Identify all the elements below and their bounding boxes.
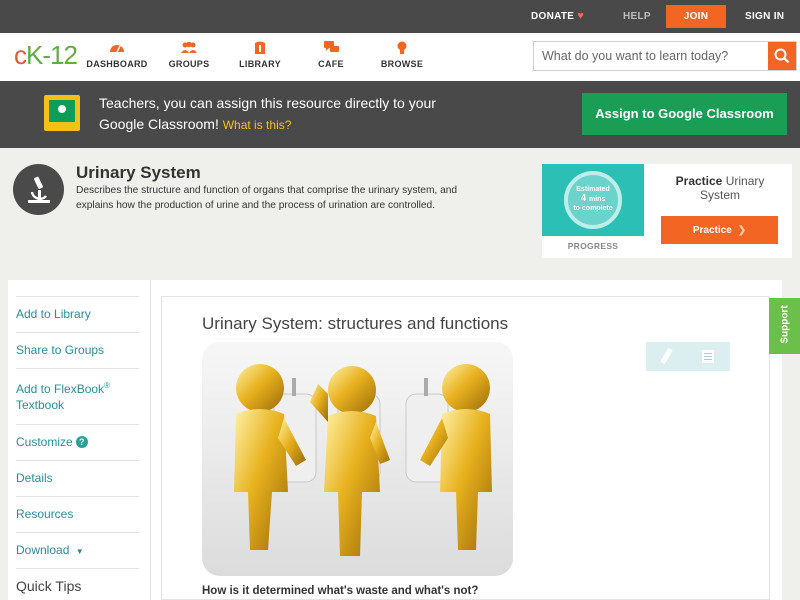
library-icon — [220, 41, 300, 57]
to-complete-label: to complete — [573, 205, 613, 212]
article-title: Urinary System: structures and functions — [202, 314, 509, 333]
progress-label: PROGRESS — [567, 241, 619, 251]
search-box — [533, 41, 797, 71]
cafe-icon — [291, 41, 371, 57]
practice-card: Estimated 4 mins to complete PROGRESS Pr… — [542, 164, 792, 258]
sidebar-item-download[interactable]: Download ▼ — [16, 532, 139, 568]
registered-mark: ® — [104, 381, 110, 390]
sidebar-item-resources[interactable]: Resources — [16, 496, 139, 532]
concept-title: Urinary System — [76, 163, 201, 182]
sidebar-item-customize[interactable]: Customize? — [16, 424, 139, 460]
concept-description: Describes the structure and function of … — [76, 185, 458, 211]
nav-browse[interactable]: BROWSE — [362, 41, 442, 69]
support-tab[interactable]: Support — [769, 298, 800, 354]
progress-ring: Estimated 4 mins to complete — [564, 171, 622, 229]
ck12-logo[interactable]: cK-12 — [14, 40, 78, 71]
browse-icon — [362, 41, 442, 57]
top-bar: DONATE ♥ HELP JOIN SIGN IN — [0, 0, 800, 33]
donate-label: DONATE — [531, 11, 575, 22]
article-hero-image — [202, 342, 513, 576]
help-link[interactable]: HELP — [623, 0, 651, 33]
left-sidebar: Add to Library Share to Groups Add to Fl… — [8, 280, 150, 600]
practice-progress-image: Estimated 4 mins to complete — [542, 164, 644, 236]
estimated-label: Estimated — [576, 186, 610, 193]
nav-dashboard-label: DASHBOARD — [86, 59, 148, 69]
nav-cafe[interactable]: CAFE — [291, 41, 371, 69]
chevron-right-icon: ❯ — [737, 224, 747, 236]
assign-google-classroom-button[interactable]: Assign to Google Classroom — [582, 93, 787, 135]
sidebar-item-share-to-groups[interactable]: Share to Groups — [16, 332, 139, 368]
nav-browse-label: BROWSE — [380, 59, 424, 69]
practice-button-label: Practice — [692, 224, 732, 236]
practice-title: Practice Urinary System — [660, 174, 780, 202]
what-is-this-link[interactable]: What is this? — [223, 118, 292, 132]
pencil-icon[interactable] — [660, 347, 673, 365]
search-button[interactable] — [768, 42, 796, 70]
nav-groups[interactable]: GROUPS — [149, 41, 229, 69]
nav-library-label: LIBRARY — [239, 59, 281, 69]
classroom-banner: Teachers, you can assign this resource d… — [0, 81, 800, 148]
search-input[interactable] — [534, 42, 769, 70]
sign-in-link[interactable]: SIGN IN — [745, 0, 784, 33]
caret-down-icon: ▼ — [75, 547, 84, 556]
logo-c: c — [14, 40, 27, 70]
quick-tips-heading: Quick Tips — [16, 568, 139, 600]
mins-label: mins — [589, 196, 606, 203]
logo-number: -12 — [42, 40, 78, 70]
notes-icon[interactable] — [702, 350, 714, 363]
article-question: How is it determined what's waste and wh… — [202, 585, 479, 597]
nav-groups-label: GROUPS — [168, 59, 210, 69]
nav-dashboard[interactable]: DASHBOARD — [77, 41, 157, 69]
support-label: Support — [779, 305, 791, 344]
annotation-tools — [646, 342, 730, 371]
download-label: Download — [16, 543, 70, 557]
logo-k: K — [26, 40, 43, 70]
nav-cafe-label: CAFE — [318, 59, 344, 69]
help-icon[interactable]: ? — [75, 436, 88, 448]
customize-label: Customize — [16, 435, 73, 449]
dashboard-icon — [77, 41, 157, 57]
search-icon — [774, 48, 790, 64]
flexbook-label-2: Textbook — [16, 398, 65, 412]
nav-library[interactable]: LIBRARY — [220, 41, 300, 69]
groups-icon — [149, 41, 229, 57]
main-nav: cK-12 DASHBOARD GROUPS LIBRARY CAFE BROW… — [0, 33, 800, 81]
classroom-message: Teachers, you can assign this resource d… — [99, 93, 479, 136]
estimated-minutes: 4 — [580, 193, 587, 204]
practice-title-bold: Practice — [675, 174, 723, 188]
sidebar-item-add-to-library[interactable]: Add to Library — [16, 296, 139, 332]
sidebar-item-details[interactable]: Details — [16, 460, 139, 496]
google-classroom-icon — [44, 95, 80, 131]
donate-link[interactable]: DONATE ♥ — [531, 0, 584, 33]
heart-icon: ♥ — [577, 10, 585, 22]
sidebar-item-add-to-flexbook[interactable]: Add to FlexBook® Textbook — [16, 368, 139, 424]
practice-button[interactable]: Practice ❯ — [661, 216, 778, 244]
microscope-icon — [13, 164, 64, 215]
join-button[interactable]: JOIN — [666, 5, 726, 28]
flexbook-label: Add to FlexBook — [16, 382, 105, 396]
